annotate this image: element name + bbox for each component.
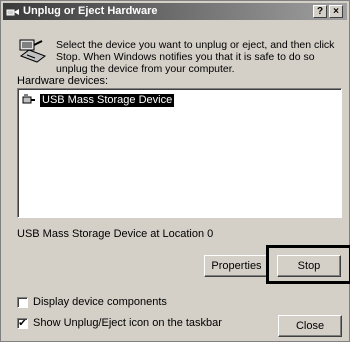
device-location-text: USB Mass Storage Device at Location 0 bbox=[17, 228, 214, 240]
usb-device-icon bbox=[22, 94, 35, 104]
instructions-text: Select the device you want to unplug or … bbox=[56, 39, 335, 75]
eject-hardware-icon bbox=[6, 9, 19, 16]
window-title: Unplug or Eject Hardware bbox=[23, 5, 158, 17]
title-bar: Unplug or Eject Hardware ? × bbox=[3, 3, 347, 20]
close-window-button[interactable]: × bbox=[329, 5, 343, 18]
help-button[interactable]: ? bbox=[313, 5, 327, 18]
display-components-label: Display device components bbox=[33, 296, 167, 308]
device-item-label: USB Mass Storage Device bbox=[40, 93, 175, 107]
unplug-eject-dialog: Unplug or Eject Hardware ? × Select the … bbox=[0, 0, 350, 342]
close-button[interactable]: Close bbox=[278, 315, 342, 337]
stop-button[interactable]: Stop bbox=[277, 255, 341, 277]
unplug-device-icon bbox=[19, 39, 47, 63]
display-components-checkbox[interactable] bbox=[17, 297, 28, 308]
properties-button[interactable]: Properties bbox=[204, 255, 269, 277]
hardware-devices-list[interactable]: USB Mass Storage Device bbox=[17, 88, 342, 218]
device-item-usb-mass-storage[interactable]: USB Mass Storage Device bbox=[22, 93, 175, 107]
show-icon-label: Show Unplug/Eject icon on the taskbar bbox=[33, 317, 222, 329]
hardware-devices-label: Hardware devices: bbox=[17, 75, 109, 87]
show-icon-checkbox[interactable]: ✔ bbox=[17, 318, 28, 329]
